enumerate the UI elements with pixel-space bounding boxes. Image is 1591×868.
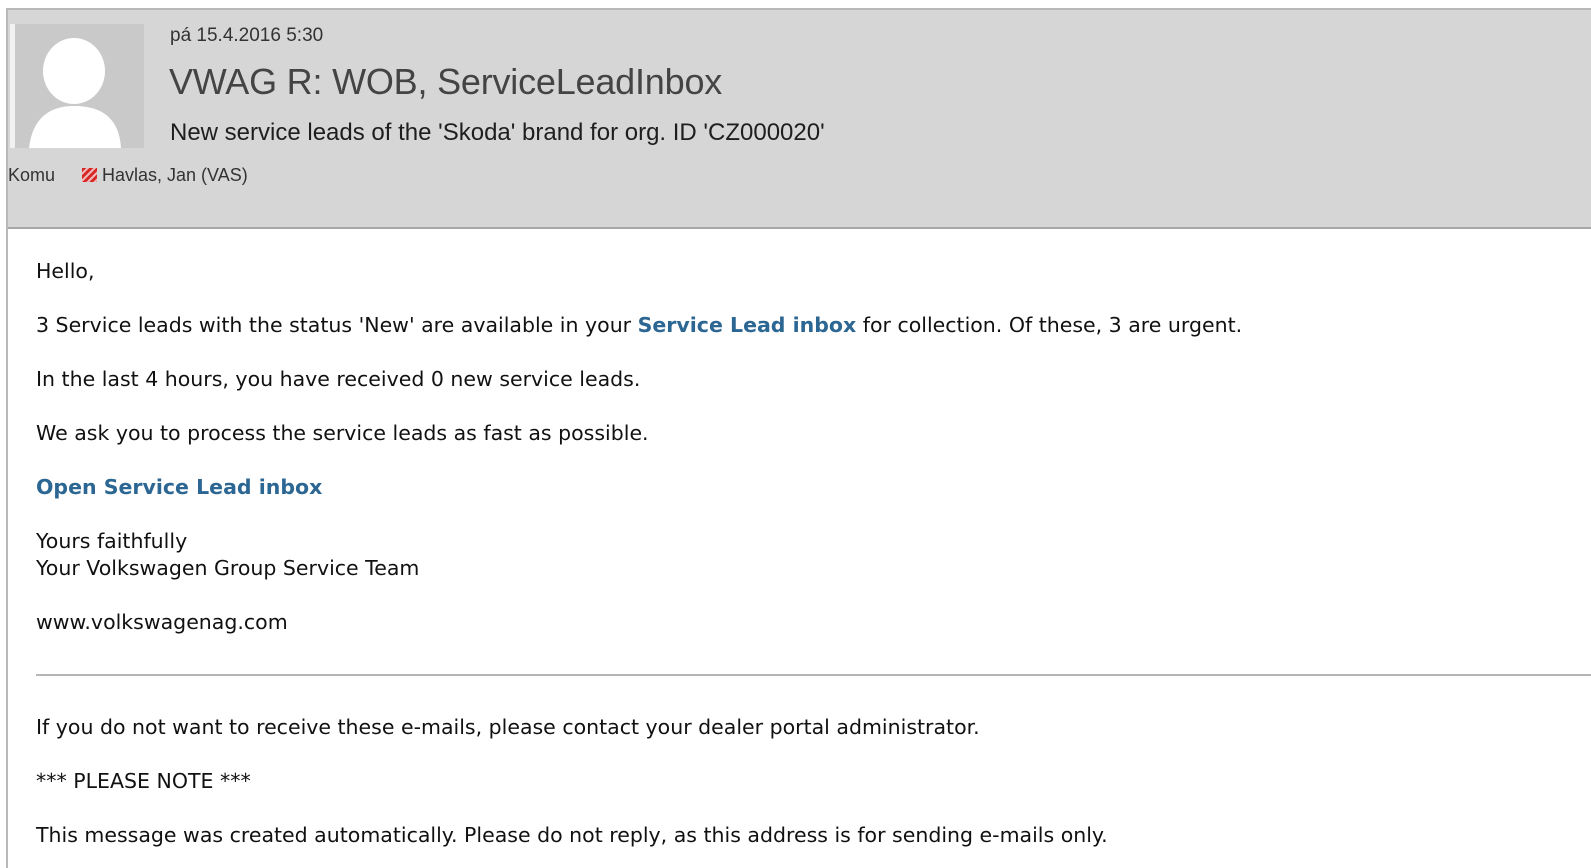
leads-text-after: for collection. Of these, 3 are urgent. (856, 313, 1243, 337)
flag-icon (82, 168, 97, 182)
processing-request-text: We ask you to process the service leads … (36, 421, 649, 445)
service-lead-inbox-link[interactable]: Service Lead inbox (638, 313, 857, 337)
message-date: pá 15.4.2016 5:30 (170, 25, 324, 46)
leads-paragraph: 3 Service leads with the status 'New' ar… (36, 313, 1242, 337)
to-label: Komu (8, 165, 56, 185)
message-subject: VWAG R: WOB, ServiceLeadInbox (169, 61, 723, 102)
greeting-text: Hello, (36, 259, 95, 283)
closing-text: Yours faithfully (36, 529, 188, 553)
message-divider (36, 674, 1591, 676)
email-message-window: pá 15.4.2016 5:30 VWAG R: WOB, ServiceLe… (6, 8, 1591, 868)
sender-avatar-icon (10, 24, 144, 148)
message-title: New service leads of the 'Skoda' brand f… (170, 119, 825, 146)
automatic-message-text: This message was created automatically. … (36, 823, 1108, 847)
recent-leads-text: In the last 4 hours, you have received 0… (36, 367, 641, 391)
team-signature-text: Your Volkswagen Group Service Team (36, 556, 420, 580)
unsubscribe-text: If you do not want to receive these e-ma… (36, 715, 980, 739)
please-note-text: *** PLEASE NOTE *** (36, 769, 251, 793)
open-service-lead-inbox-link[interactable]: Open Service Lead inbox (36, 475, 322, 499)
website-link[interactable]: www.volkswagenag.com (36, 610, 288, 634)
message-header: pá 15.4.2016 5:30 VWAG R: WOB, ServiceLe… (8, 10, 1591, 229)
recipient-chip[interactable]: Havlas, Jan (VAS) (82, 165, 248, 186)
leads-text-before: 3 Service leads with the status 'New' ar… (36, 313, 638, 337)
recipient-name: Havlas, Jan (VAS) (102, 165, 248, 185)
